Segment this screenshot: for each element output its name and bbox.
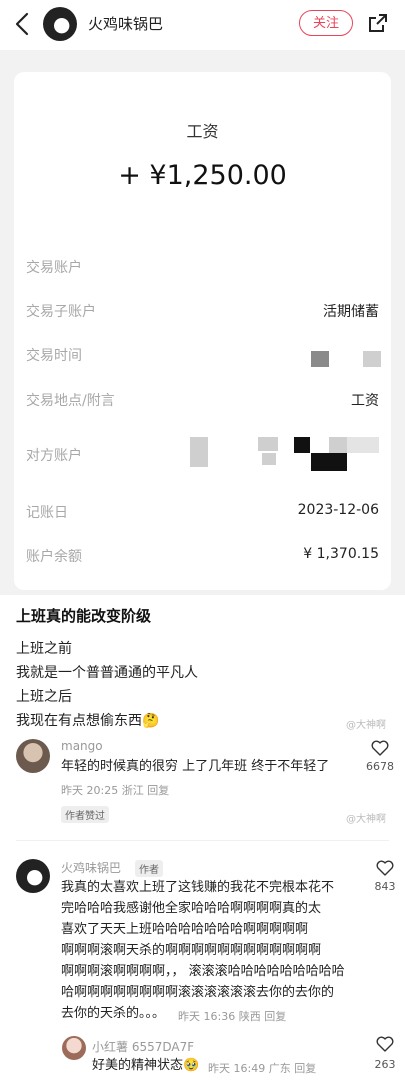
author-tag: 作者 — [135, 860, 163, 877]
heart-icon[interactable] — [371, 740, 389, 756]
comment-meta[interactable]: 昨天 16:36 陕西 回复 — [178, 1008, 286, 1024]
censor-block — [363, 351, 381, 367]
comment-divider — [16, 840, 389, 841]
censor-block — [294, 437, 310, 453]
receipt-image[interactable]: 工资 + ¥1,250.00 交易账户 交易子账户 活期储蓄 交易时间 交易地点… — [0, 50, 405, 595]
censor-block — [190, 437, 208, 453]
comment-text-line: 哈啊啊啊啊啊啊啊啊滚滚滚滚滚滚去你的去你的 — [61, 985, 335, 1000]
transaction-amount: + ¥1,250.00 — [118, 160, 287, 191]
author-name[interactable]: 火鸡味锅巴 — [88, 13, 163, 34]
receipt-card: 工资 + ¥1,250.00 交易账户 交易子账户 活期储蓄 交易时间 交易地点… — [14, 72, 391, 590]
comment-text-line: 喜欢了天天上班哈哈哈哈哈哈哈啊啊啊啊啊 — [61, 922, 309, 937]
comment-author[interactable]: mango — [61, 739, 103, 753]
row-label-subaccount: 交易子账户 — [26, 304, 96, 320]
comment-avatar[interactable] — [16, 739, 50, 773]
transaction-category: 工资 — [186, 122, 219, 141]
comment-text-line: 我真的太喜欢上班了这钱赚的我花不完根本花不 — [61, 880, 335, 895]
row-value-location: 工资 — [351, 393, 379, 409]
post-title: 上班真的能改变阶级 — [16, 607, 152, 625]
comment-author[interactable]: 火鸡味锅巴 — [61, 859, 121, 876]
watermark: @大神啊 — [346, 720, 386, 731]
comment-avatar[interactable] — [16, 859, 50, 893]
heart-icon[interactable] — [376, 1036, 394, 1052]
share-icon[interactable] — [367, 12, 389, 34]
author-avatar[interactable] — [43, 7, 77, 41]
author-liked-badge: 作者赞过 — [61, 806, 109, 823]
heart-icon[interactable] — [376, 860, 394, 876]
row-label-account: 交易账户 — [26, 260, 82, 276]
reply-author[interactable]: 小红薯 6557DA7F — [92, 1038, 194, 1055]
comment-text-line: 完哈哈哈我感谢他全家哈哈哈啊啊啊啊真的太 — [61, 901, 322, 916]
like-count: 6678 — [366, 760, 394, 773]
comment-text-line: 啊啊啊滚啊天杀的啊啊啊啊啊啊啊啊啊啊啊啊 — [61, 943, 322, 958]
follow-button[interactable]: 关注 — [299, 10, 353, 36]
row-label-counterparty: 对方账户 — [26, 448, 82, 464]
back-arrow-icon[interactable] — [10, 10, 36, 38]
row-value-posting-date: 2023-12-06 — [297, 502, 379, 518]
comment-text: 年轻的时候真的很穷 上了几年班 终于不年轻了 — [61, 759, 330, 774]
like-count: 843 — [374, 880, 396, 893]
reply-text: 好美的精神状态🥹 — [92, 1058, 200, 1073]
row-value-subaccount: 活期储蓄 — [323, 304, 379, 320]
post-line: 我就是一个普普通通的平凡人 — [16, 665, 198, 681]
censor-block — [258, 437, 278, 451]
row-value-balance: ¥ 1,370.15 — [303, 546, 379, 562]
row-label-balance: 账户余额 — [26, 549, 82, 565]
comment-text-line: 啊啊啊滚啊啊啊啊，， 滚滚滚哈哈哈哈哈哈哈哈哈 — [61, 964, 345, 979]
censor-block — [329, 437, 347, 453]
like-count: 263 — [374, 1058, 396, 1071]
censor-block — [311, 453, 347, 471]
censor-block — [262, 453, 276, 465]
reply-avatar[interactable] — [62, 1036, 86, 1060]
censor-block — [311, 351, 329, 367]
reply-meta[interactable]: 昨天 16:49 广东 回复 — [208, 1060, 316, 1076]
watermark: @大神啊 — [346, 814, 386, 825]
row-label-posting-date: 记账日 — [26, 505, 68, 521]
row-label-time: 交易时间 — [26, 348, 82, 364]
post-line: 上班之前 — [16, 641, 72, 657]
row-label-location: 交易地点/附言 — [26, 393, 115, 409]
censor-block — [190, 453, 208, 467]
post-line: 我现在有点想偷东西🤔 — [16, 713, 160, 729]
post-line: 上班之后 — [16, 689, 72, 705]
comment-meta[interactable]: 昨天 20:25 浙江 回复 — [61, 782, 169, 798]
censor-block — [347, 437, 379, 453]
top-bar: 火鸡味锅巴 关注 — [0, 0, 405, 50]
comment-text-line: 去你的天杀的。。。 — [61, 1006, 166, 1021]
